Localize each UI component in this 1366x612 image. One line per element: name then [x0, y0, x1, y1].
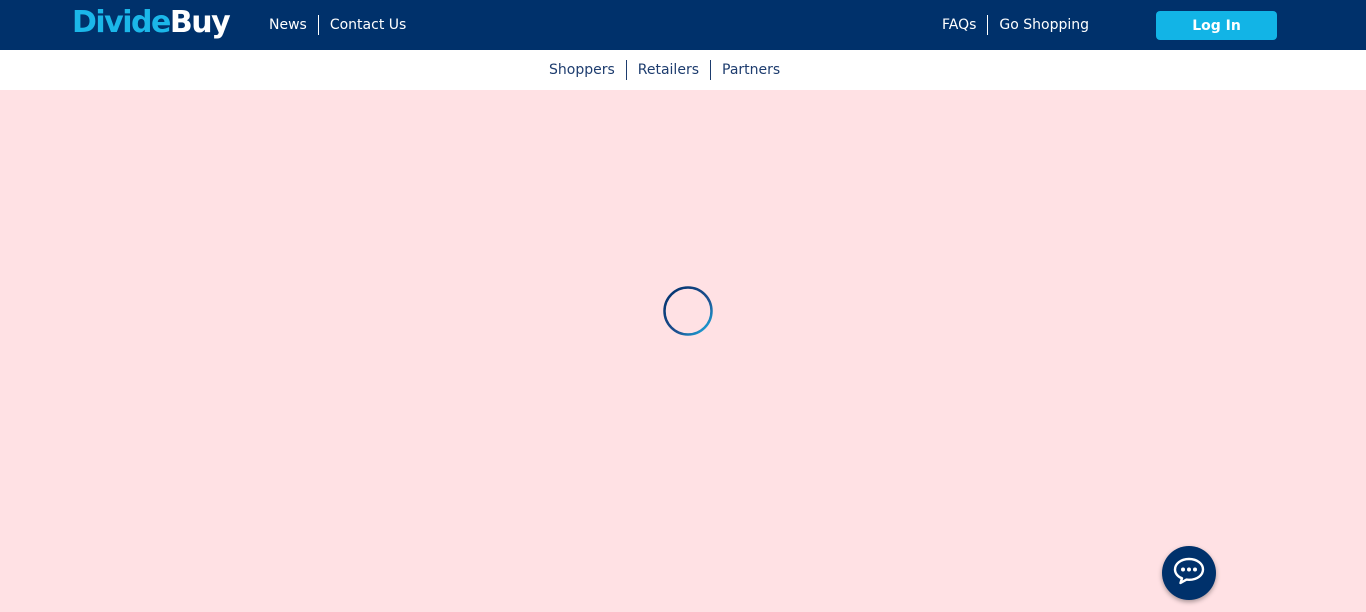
nav-link-news[interactable]: News: [258, 14, 318, 36]
nav-link-faqs[interactable]: FAQs: [931, 14, 987, 36]
chat-button[interactable]: [1162, 546, 1216, 600]
subnav-link-retailers[interactable]: Retailers: [627, 60, 710, 80]
login-button[interactable]: Log In: [1156, 11, 1277, 40]
subnav-link-partners[interactable]: Partners: [711, 60, 791, 80]
secondary-nav-bar: Shoppers Retailers Partners: [0, 50, 1366, 90]
top-header: Divide Buy News Contact Us FAQs Go Shoppi…: [0, 0, 1366, 50]
chat-bubble-icon: [1172, 556, 1206, 590]
header-nav-left: News Contact Us: [258, 14, 417, 36]
header-nav-right: FAQs Go Shopping: [931, 14, 1100, 36]
logo-text-divide: Divide: [72, 5, 171, 40]
divide-buy-logo[interactable]: Divide Buy: [72, 3, 231, 47]
nav-link-go-shopping[interactable]: Go Shopping: [988, 14, 1100, 36]
secondary-nav: Shoppers Retailers Partners: [538, 60, 791, 80]
nav-link-contact-us[interactable]: Contact Us: [319, 14, 417, 36]
loading-spinner-icon: [662, 286, 714, 338]
logo-text-buy: Buy: [169, 5, 231, 40]
subnav-link-shoppers[interactable]: Shoppers: [538, 60, 626, 80]
